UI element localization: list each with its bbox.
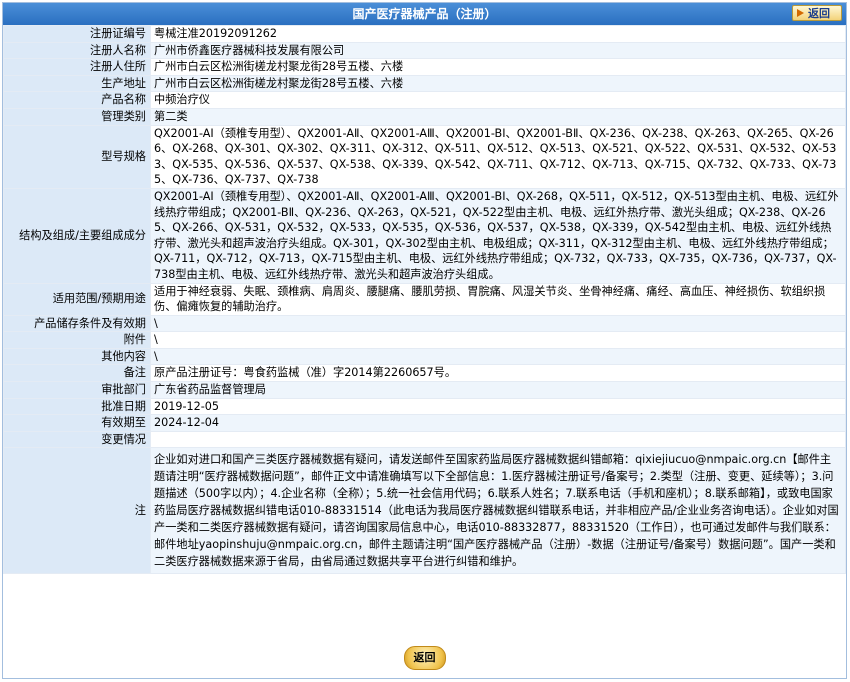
row-approval-date: 批准日期 2019-12-05 [3, 397, 846, 416]
field-label: 生产地址 [3, 74, 151, 93]
row-structure-composition: 结构及组成/主要组成成分 QX2001-AⅠ（颈椎专用型）、QX2001-AⅡ、… [3, 187, 846, 284]
field-label: 变更情况 [3, 430, 151, 449]
field-label: 备注 [3, 364, 151, 383]
field-label: 批准日期 [3, 397, 151, 416]
field-label: 附件 [3, 331, 151, 349]
field-value: 广州市白云区松洲街槎龙村聚龙街28号五楼、六楼 [150, 74, 846, 93]
field-value: \ [150, 314, 846, 333]
field-value: QX2001-AⅠ（颈椎专用型）、QX2001-AⅡ、QX2001-AⅢ、QX2… [150, 124, 846, 189]
field-label: 产品储存条件及有效期 [3, 314, 151, 333]
field-value: 中频治疗仪 [150, 91, 846, 109]
field-value: \ [150, 347, 846, 366]
row-management-category: 管理类别 第二类 [3, 107, 846, 126]
row-production-address: 生产地址 广州市白云区松洲街槎龙村聚龙街28号五楼、六楼 [3, 74, 846, 93]
field-label: 审批部门 [3, 381, 151, 399]
row-registration-number: 注册证编号 粤械注准20192091262 [3, 25, 846, 43]
row-remarks: 备注 原产品注册证号：粤食药监械（准）字2014第2260657号。 [3, 364, 846, 383]
field-value: 广州市侨鑫医疗器械科技发展有限公司 [150, 41, 846, 60]
detail-table: 注册证编号 粤械注准20192091262 注册人名称 广州市侨鑫医疗器械科技发… [3, 25, 846, 575]
back-button-top[interactable]: 返回 [792, 5, 842, 21]
row-registrant-name: 注册人名称 广州市侨鑫医疗器械科技发展有限公司 [3, 41, 846, 60]
field-label: 其他内容 [3, 347, 151, 366]
field-value: 第二类 [150, 107, 846, 126]
row-valid-until: 有效期至 2024-12-04 [3, 414, 846, 432]
field-value: \ [150, 331, 846, 349]
row-storage-conditions: 产品储存条件及有效期 \ [3, 314, 846, 333]
row-note: 注 企业如对进口和国产三类医疗器械数据有疑问，请发送邮件至国家药监局医疗器械数据… [3, 447, 846, 575]
field-label: 结构及组成/主要组成成分 [3, 187, 151, 284]
footer-actions: 返回 [3, 646, 846, 670]
field-label: 适用范围/预期用途 [3, 282, 151, 316]
arrow-right-icon [797, 9, 804, 17]
field-value: QX2001-AⅠ（颈椎专用型）、QX2001-AⅡ、QX2001-AⅢ、QX2… [150, 187, 846, 284]
field-value: 适用于神经衰弱、失眠、颈椎病、肩周炎、腰腿痛、腰肌劳损、胃脘痛、风湿关节炎、坐骨… [150, 282, 846, 316]
field-label: 注册人名称 [3, 41, 151, 60]
row-other-content: 其他内容 \ [3, 347, 846, 366]
page-title: 国产医疗器械产品（注册） [352, 7, 497, 21]
field-value [150, 430, 846, 449]
field-label: 注册人住所 [3, 58, 151, 76]
field-label: 型号规格 [3, 124, 151, 189]
field-label: 注 [3, 447, 151, 575]
row-approval-department: 审批部门 广东省药品监督管理局 [3, 381, 846, 399]
field-label: 产品名称 [3, 91, 151, 109]
field-value: 2019-12-05 [150, 397, 846, 416]
title-bar: 国产医疗器械产品（注册） 返回 [3, 3, 846, 25]
field-label: 注册证编号 [3, 25, 151, 43]
field-label: 管理类别 [3, 107, 151, 126]
field-value: 广东省药品监督管理局 [150, 381, 846, 399]
row-change-status: 变更情况 [3, 430, 846, 449]
field-value: 粤械注准20192091262 [150, 25, 846, 43]
field-label: 有效期至 [3, 414, 151, 432]
row-registrant-address: 注册人住所 广州市白云区松洲街槎龙村聚龙街28号五楼、六楼 [3, 58, 846, 76]
field-value: 企业如对进口和国产三类医疗器械数据有疑问，请发送邮件至国家药监局医疗器械数据纠错… [150, 447, 846, 575]
row-scope-of-use: 适用范围/预期用途 适用于神经衰弱、失眠、颈椎病、肩周炎、腰腿痛、腰肌劳损、胃脘… [3, 282, 846, 316]
field-value: 原产品注册证号：粤食药监械（准）字2014第2260657号。 [150, 364, 846, 383]
row-accessories: 附件 \ [3, 331, 846, 349]
field-value: 广州市白云区松洲街槎龙村聚龙街28号五楼、六楼 [150, 58, 846, 76]
field-value: 2024-12-04 [150, 414, 846, 432]
row-model-spec: 型号规格 QX2001-AⅠ（颈椎专用型）、QX2001-AⅡ、QX2001-A… [3, 124, 846, 189]
back-button-label: 返回 [808, 7, 830, 20]
row-product-name: 产品名称 中频治疗仪 [3, 91, 846, 109]
detail-panel: 国产医疗器械产品（注册） 返回 注册证编号 粤械注准20192091262 注册… [2, 2, 847, 679]
back-button-bottom[interactable]: 返回 [403, 646, 446, 670]
